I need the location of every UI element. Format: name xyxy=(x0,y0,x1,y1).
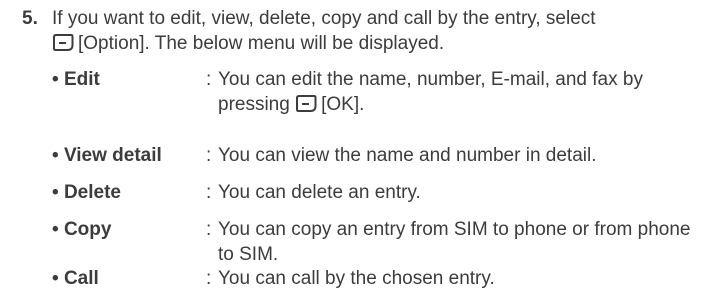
left-softkey-icon xyxy=(295,94,317,113)
menu-item-label: • View detail xyxy=(52,145,162,166)
menu-item-edit: • Edit : You can edit the name, number, … xyxy=(52,67,712,117)
menu-item-description: You can call by the chosen entry. xyxy=(218,268,495,289)
menu-item-copy: • Copy : You can copy an entry from SIM … xyxy=(52,217,712,267)
step-number: 5. xyxy=(22,8,38,29)
step-line-1: If you want to edit, view, delete, copy … xyxy=(52,8,596,29)
menu-item-separator: : xyxy=(206,145,212,166)
menu-item-label: • Call xyxy=(52,268,99,289)
menu-item-description: You can delete an entry. xyxy=(218,182,421,203)
menu-item-label: • Edit xyxy=(52,69,100,90)
menu-item-delete: • Delete : You can delete an entry. xyxy=(52,180,712,205)
menu-item-label: • Copy xyxy=(52,219,112,240)
step-text: If you want to edit, view, delete, copy … xyxy=(52,6,712,56)
menu-item-description: You can edit the name, number, E-mail, a… xyxy=(218,69,643,115)
menu-item-separator: : xyxy=(206,69,212,90)
step-line-2: [Option]. The below menu will be display… xyxy=(52,31,712,56)
menu-item-description: You can copy an entry from SIM to phone … xyxy=(218,219,691,265)
menu-item-separator: : xyxy=(206,182,212,203)
step-5: 5. If you want to edit, view, delete, co… xyxy=(22,6,712,56)
menu-item-description: You can view the name and number in deta… xyxy=(218,145,597,166)
menu-item-call: • Call : You can call by the chosen entr… xyxy=(52,266,712,291)
menu-item-view-detail: • View detail : You can view the name an… xyxy=(52,143,712,168)
step-line-2-text: [Option]. The below menu will be display… xyxy=(78,33,445,54)
menu-item-separator: : xyxy=(206,268,212,289)
menu-item-separator: : xyxy=(206,219,212,240)
left-softkey-icon xyxy=(52,33,74,52)
menu-item-label: • Delete xyxy=(52,182,121,203)
